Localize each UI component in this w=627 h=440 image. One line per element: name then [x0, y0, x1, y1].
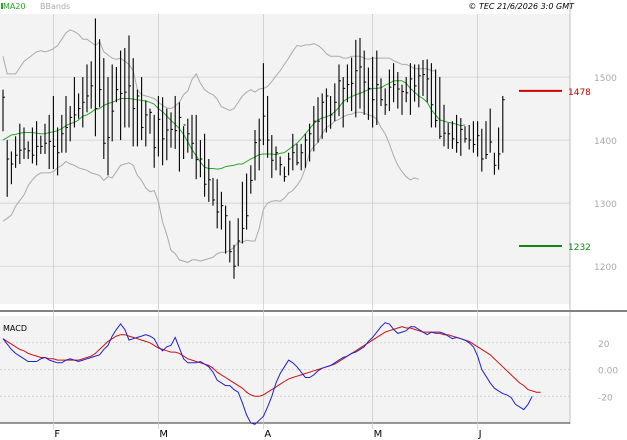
price-tick-label: 1400	[594, 137, 617, 147]
price-tick-label: 1300	[594, 200, 617, 210]
macd-tick-label: 20	[598, 340, 610, 350]
macd-tick-label: 0.00	[598, 367, 618, 377]
month-tick-label: M	[159, 429, 168, 440]
month-tick-label: M	[374, 429, 383, 440]
ma20-legend-label: MA20	[3, 2, 26, 11]
chart-panels	[0, 0, 627, 424]
stock-chart: 14781232 1200130014001500200.00-20F M A M J …	[0, 0, 627, 440]
month-tick-label: F	[54, 429, 60, 440]
support-label: 1232	[568, 243, 591, 253]
month-tick-label: J	[478, 429, 482, 440]
price-panel	[0, 14, 570, 304]
month-tick-label: A	[264, 429, 271, 440]
macd-tick-label: -20	[598, 393, 613, 403]
copyright-label: © TEC 21/6/2026 3:0 GMT	[468, 2, 575, 11]
price-tick-label: 1200	[594, 263, 617, 273]
bbands-legend-label: BBands	[40, 2, 70, 11]
price-tick-label: 1500	[594, 74, 617, 84]
macd-panel-title: MACD	[3, 324, 27, 333]
resistance-label: 1478	[568, 88, 591, 98]
